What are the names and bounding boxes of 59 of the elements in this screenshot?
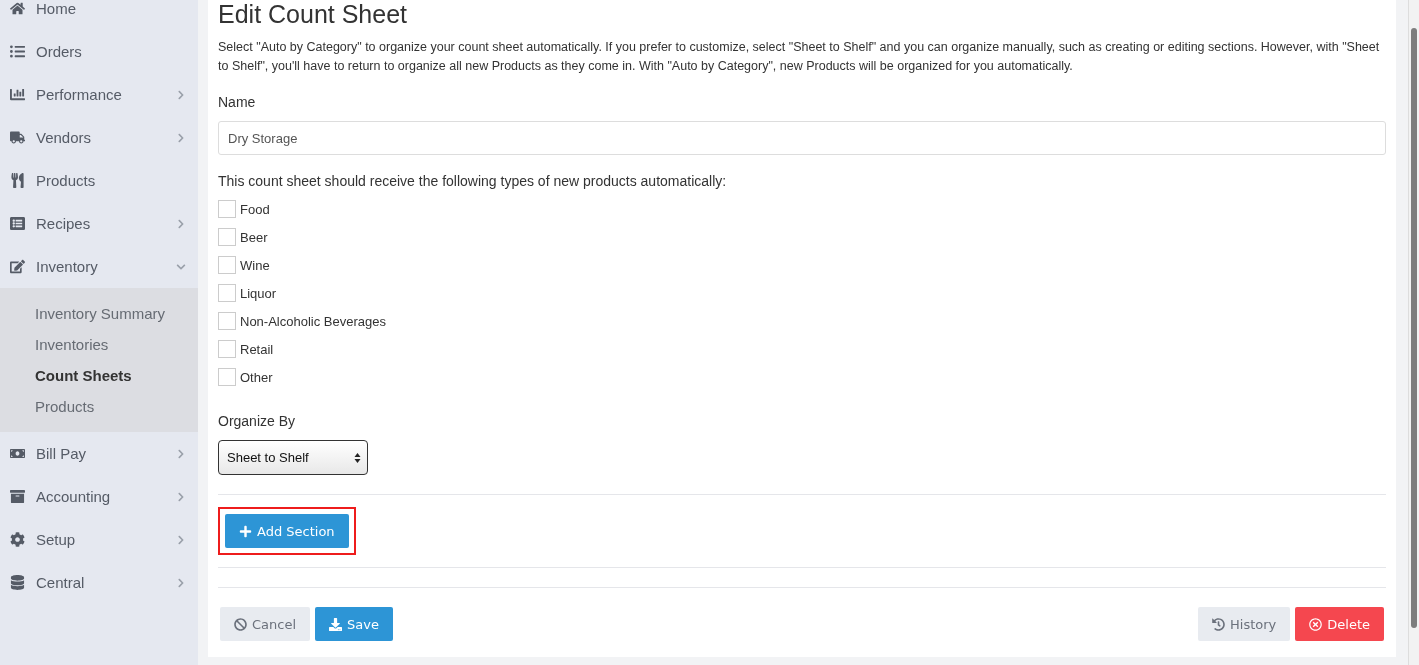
history-icon xyxy=(1212,617,1226,631)
checkbox[interactable] xyxy=(218,200,236,218)
gear-icon xyxy=(10,532,25,547)
sidebar-item[interactable]: Inventory xyxy=(0,245,198,288)
submenu-item[interactable]: Inventory Summary xyxy=(0,298,198,329)
download-icon xyxy=(329,617,343,631)
submenu-item[interactable]: Inventories xyxy=(0,329,198,360)
sidebar-item[interactable]: Accounting xyxy=(0,475,198,518)
checkbox-label: Wine xyxy=(240,257,270,273)
checkbox[interactable] xyxy=(218,368,236,386)
sidebar-item[interactable]: Home xyxy=(0,0,198,30)
bar-chart-icon xyxy=(10,87,25,102)
intro-text: Select "Auto by Category" to organize your count sheet automatically. If you prefer to customize, select "Sheet to Shelf" and you can organize manually, such as creating or editing sections. However, with "Sheet to Shelf", you'll have to return to organize all new Products as they come in. With "Auto by Category", new Products will be organized for you automatically. xyxy=(218,39,1381,75)
plus-icon xyxy=(239,524,252,538)
truck-icon xyxy=(10,130,25,145)
sidebar-item[interactable]: Vendors xyxy=(0,116,198,159)
sidebar-item[interactable]: Setup xyxy=(0,518,198,561)
bill-icon xyxy=(10,446,25,461)
field-label: This count sheet should receive the following types of new products automatically: xyxy=(218,173,728,189)
home-icon xyxy=(10,1,25,16)
checkbox[interactable] xyxy=(218,228,236,246)
sidebar-item[interactable]: Products xyxy=(0,159,198,202)
scrollbar[interactable] xyxy=(1408,0,1419,665)
submenu-item[interactable]: Count Sheets xyxy=(0,360,198,391)
field-label: Organize By xyxy=(218,413,297,429)
checkbox[interactable] xyxy=(218,256,236,274)
checkbox-label: Beer xyxy=(240,229,268,245)
archive-icon xyxy=(10,489,25,504)
history-button[interactable]: History xyxy=(1198,607,1291,641)
edit-icon xyxy=(10,259,25,274)
checkbox-label: Liquor xyxy=(240,285,277,301)
sidebar-item[interactable]: Orders xyxy=(0,30,198,73)
cancel-button[interactable]: Cancel xyxy=(220,607,311,641)
organize-select[interactable]: Sheet to Shelf xyxy=(218,440,368,475)
field-label: Name xyxy=(218,94,257,110)
submenu-item[interactable]: Products xyxy=(0,391,198,422)
checkbox-label: Non-Alcoholic Beverages xyxy=(240,313,386,329)
close-icon xyxy=(1309,617,1323,631)
sidebar-item[interactable]: Recipes xyxy=(0,202,198,245)
checkbox[interactable] xyxy=(218,340,236,358)
save-button[interactable]: Save xyxy=(315,607,393,641)
checkbox-label: Other xyxy=(240,369,273,385)
database-icon xyxy=(10,575,25,590)
list-icon xyxy=(10,44,25,59)
sidebar-item[interactable]: Central xyxy=(0,561,198,604)
sidebar-item[interactable]: Performance xyxy=(0,73,198,116)
list-icon xyxy=(10,216,25,231)
checkbox[interactable] xyxy=(218,284,236,302)
delete-button[interactable]: Delete xyxy=(1295,607,1384,641)
select-arrows-icon xyxy=(354,451,361,464)
checkbox[interactable] xyxy=(218,312,236,330)
name-field[interactable]: Dry Storage xyxy=(218,121,1386,155)
add-section-button[interactable]: Add Section xyxy=(225,514,349,548)
page-title: Edit Count Sheet xyxy=(218,0,408,28)
checkbox-label: Food xyxy=(240,201,270,217)
utensils-icon xyxy=(10,173,25,188)
checkbox-label: Retail xyxy=(240,341,274,357)
sidebar-item[interactable]: Bill Pay xyxy=(0,432,198,475)
ban-icon xyxy=(234,617,247,631)
